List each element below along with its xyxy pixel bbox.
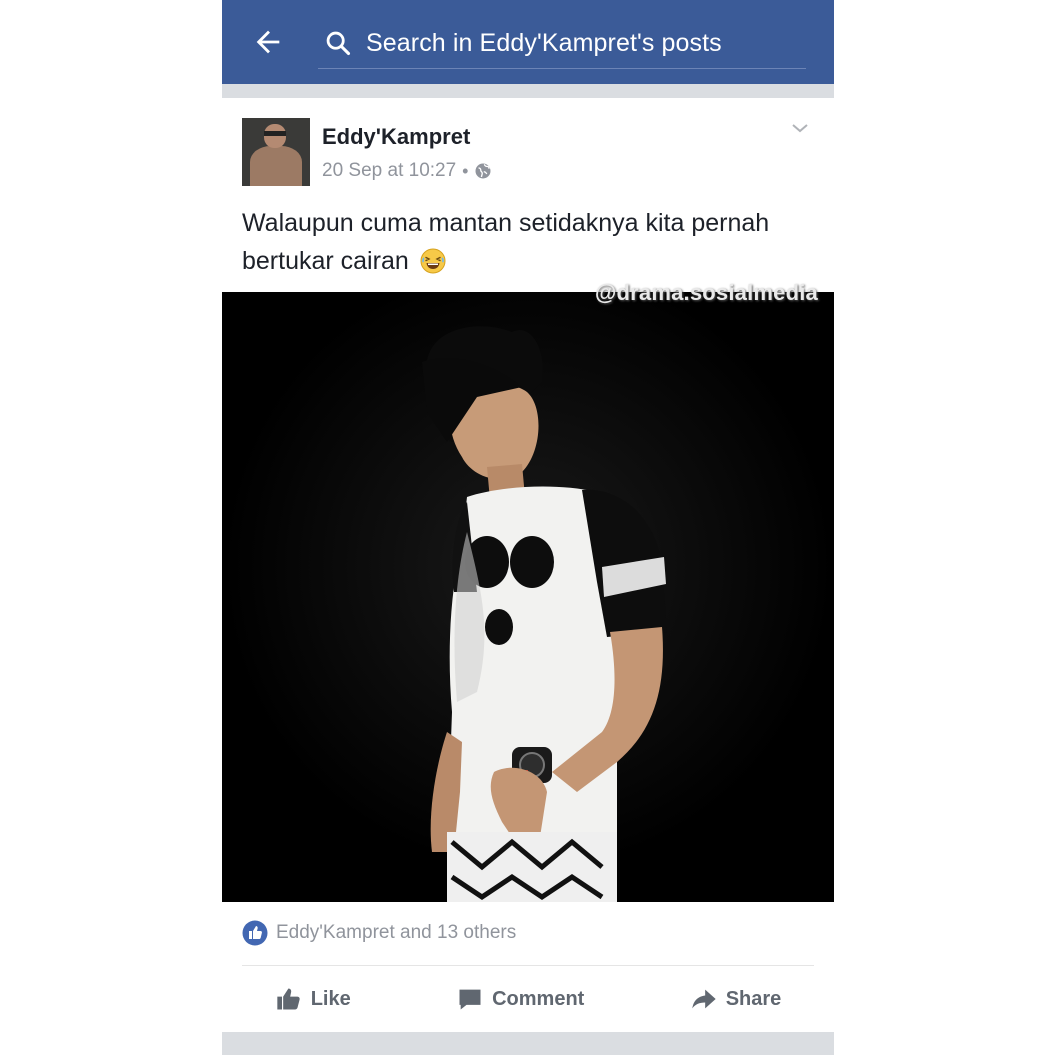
facebook-app-screen: Search in Eddy'Kampret's posts Eddy'Kamp…	[222, 0, 834, 1055]
laughing-emoji-icon	[420, 248, 446, 274]
like-label: Like	[310, 987, 351, 1010]
search-placeholder: Search in Eddy'Kampret's posts	[366, 28, 722, 57]
search-input[interactable]: Search in Eddy'Kampret's posts	[318, 18, 806, 69]
comment-icon	[459, 989, 481, 1010]
search-icon	[326, 31, 351, 56]
post-message: Walaupun cuma mantan setidaknya kita per…	[242, 209, 770, 275]
chevron-down-icon[interactable]	[788, 116, 812, 140]
avatar-head	[264, 124, 286, 148]
post-actions: Like Comment Share	[222, 966, 834, 1032]
like-icon	[242, 920, 268, 946]
comment-button[interactable]: Comment	[456, 985, 584, 1013]
arrow-left-icon	[256, 30, 280, 54]
thumbs-up-icon	[277, 988, 300, 1010]
reactions-summary[interactable]: Eddy'Kampret and 13 others	[242, 920, 516, 946]
top-bar: Search in Eddy'Kampret's posts	[222, 0, 834, 84]
post-meta: 20 Sep at 10:27 •	[322, 160, 492, 182]
divider-bar	[222, 84, 834, 98]
comment-label: Comment	[492, 987, 585, 1010]
photo-figure	[222, 292, 834, 902]
watermark-text: @drama.sosialmedia	[594, 280, 818, 305]
share-label: Share	[725, 987, 782, 1010]
share-arrow-icon	[692, 989, 716, 1009]
avatar-glasses	[264, 131, 286, 136]
post-author-name[interactable]: Eddy'Kampret	[322, 124, 470, 150]
post-text: Walaupun cuma mantan setidaknya kita per…	[242, 204, 822, 280]
post-photo[interactable]	[222, 292, 834, 902]
back-button[interactable]	[250, 24, 286, 60]
meta-separator: •	[462, 160, 469, 181]
post-card: Eddy'Kampret 20 Sep at 10:27 • Walaupun …	[222, 98, 834, 1032]
reactions-text: Eddy'Kampret and 13 others	[276, 922, 517, 943]
post-timestamp[interactable]: 20 Sep at 10:27	[322, 160, 456, 182]
share-button[interactable]: Share	[690, 985, 782, 1013]
bottom-divider-bar	[222, 1032, 834, 1055]
like-button[interactable]: Like	[275, 985, 351, 1013]
avatar[interactable]	[242, 118, 310, 186]
avatar-torso	[250, 146, 302, 186]
globe-icon	[475, 163, 491, 179]
